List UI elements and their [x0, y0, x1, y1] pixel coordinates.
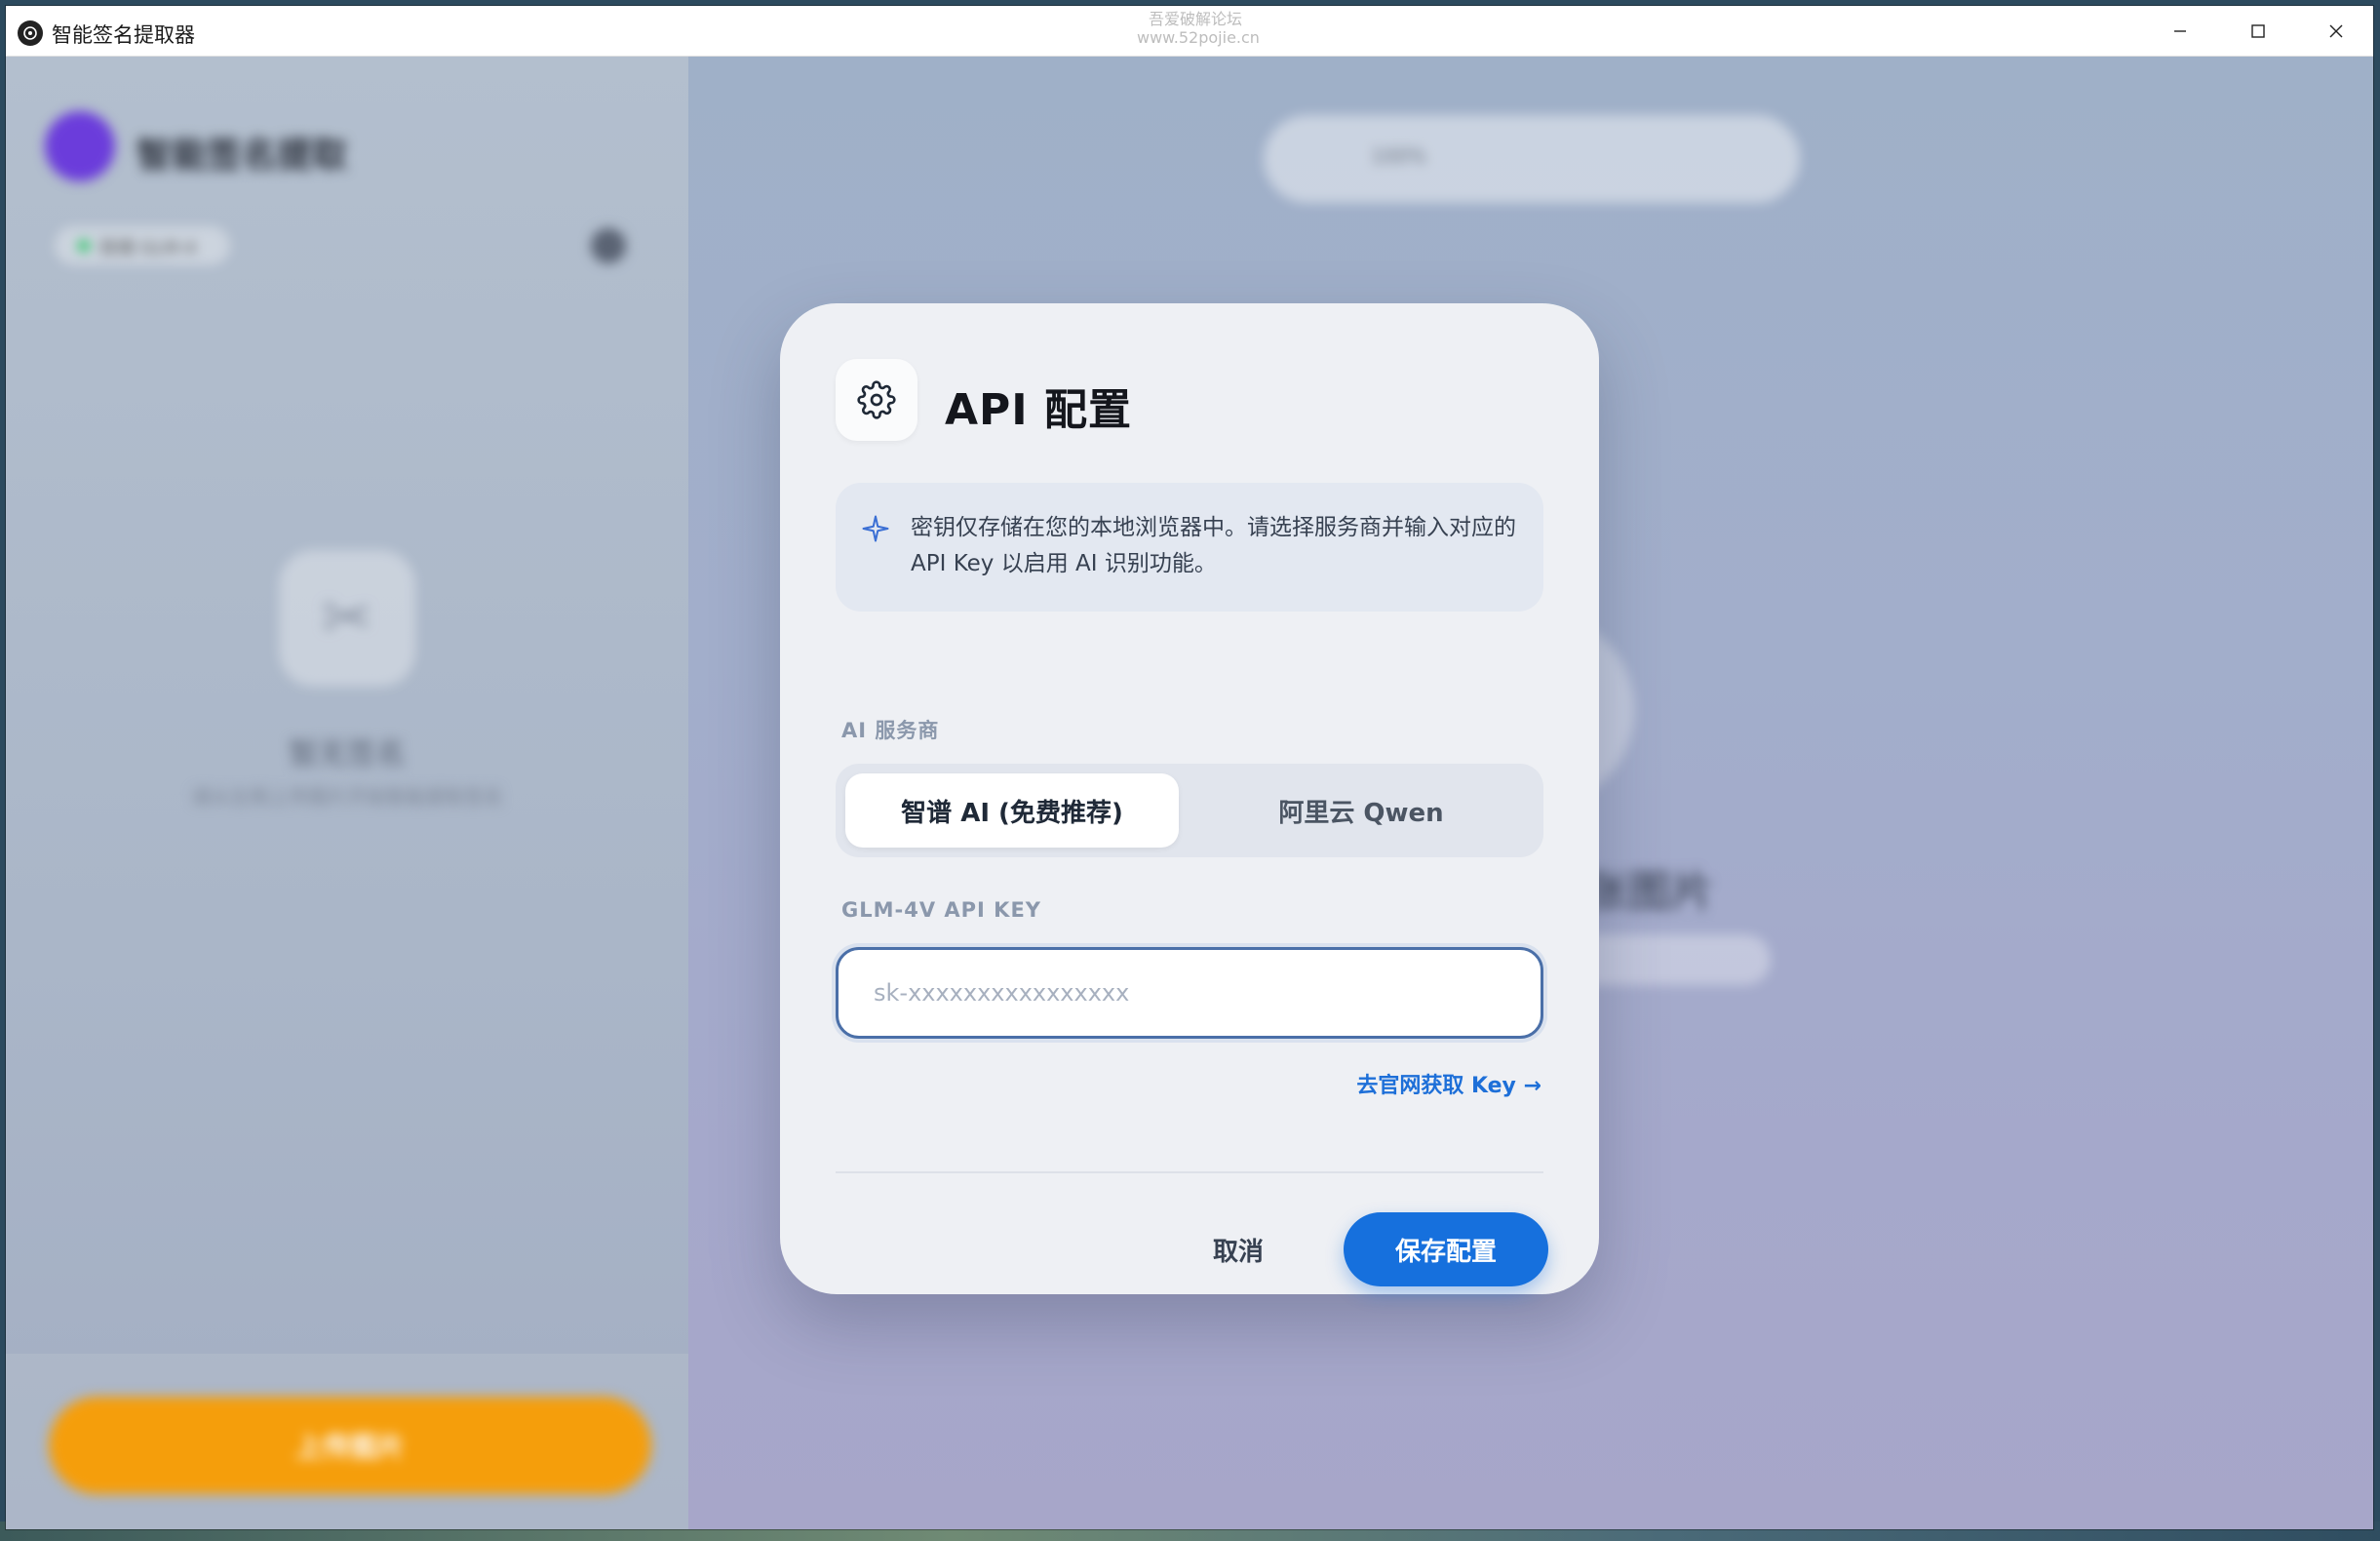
save-config-button[interactable]: 保存配置 — [1344, 1212, 1548, 1286]
sidebar-title: 智能签名提取 — [137, 136, 348, 176]
api-key-label: GLM-4V API KEY — [841, 898, 1041, 922]
provider-label: AI 服务商 — [841, 719, 940, 742]
window-title: 智能签名提取器 — [52, 23, 195, 47]
maximize-icon — [2251, 23, 2265, 38]
provider-option-zhipu[interactable]: 智谱 AI (免费推荐) — [845, 773, 1179, 848]
status-dot — [78, 240, 90, 252]
empty-state-title: 暂无签名 — [289, 737, 406, 771]
sparkle-icon — [862, 515, 889, 542]
app-logo-icon — [18, 20, 43, 46]
sidebar-logo — [45, 111, 115, 181]
minimize-button[interactable] — [2141, 6, 2219, 56]
app-content: 智能签名提取 就绪 GLM-4 ✂ 暂无签名 请从左侧上传图片开始智能提取签名 … — [6, 57, 2373, 1529]
provider-option-qwen[interactable]: 阿里云 Qwen — [1189, 773, 1534, 848]
image-toolbar: 100% — [1264, 115, 1800, 203]
status-badge: 就绪 GLM-4 — [55, 226, 230, 265]
api-key-input[interactable] — [836, 947, 1543, 1039]
minimize-icon — [2174, 29, 2186, 32]
dialog-divider — [836, 1171, 1543, 1173]
empty-state-subtitle: 请从左侧上传图片开始智能提取签名 — [191, 785, 503, 809]
info-text: 密钥仅存储在您的本地浏览器中。请选择服务商并输入对应的 API Key 以启用 … — [911, 515, 1516, 576]
sidebar: 智能签名提取 就绪 GLM-4 ✂ 暂无签名 请从左侧上传图片开始智能提取签名 … — [6, 57, 688, 1529]
watermark: 吾爱破解论坛 www.52pojie.cn — [1137, 10, 1260, 47]
app-window: 智能签名提取器 吾爱破解论坛 www.52pojie.cn 智能签名提取 就绪 … — [6, 6, 2373, 1529]
title-bar: 智能签名提取器 吾爱破解论坛 www.52pojie.cn — [6, 6, 2373, 57]
provider-selector: 智谱 AI (免费推荐) 阿里云 Qwen — [836, 764, 1543, 857]
close-window-button[interactable] — [2297, 6, 2373, 56]
scissors-icon: ✂ — [279, 550, 415, 687]
get-key-link[interactable]: 去官网获取 Key → — [1321, 1068, 1541, 1099]
info-notice: 密钥仅存储在您的本地浏览器中。请选择服务商并输入对应的 API Key 以启用 … — [836, 483, 1543, 612]
upload-image-button[interactable]: 上传图片 — [49, 1397, 651, 1494]
dialog-title: API 配置 — [945, 385, 1132, 435]
api-config-dialog: API 配置 密钥仅存储在您的本地浏览器中。请选择服务商并输入对应的 API K… — [780, 303, 1599, 1294]
maximize-button[interactable] — [2219, 6, 2297, 56]
settings-gear-icon[interactable] — [591, 228, 626, 263]
cancel-button[interactable]: 取消 — [1190, 1212, 1287, 1286]
close-icon — [2329, 24, 2343, 37]
gear-icon — [836, 359, 917, 441]
